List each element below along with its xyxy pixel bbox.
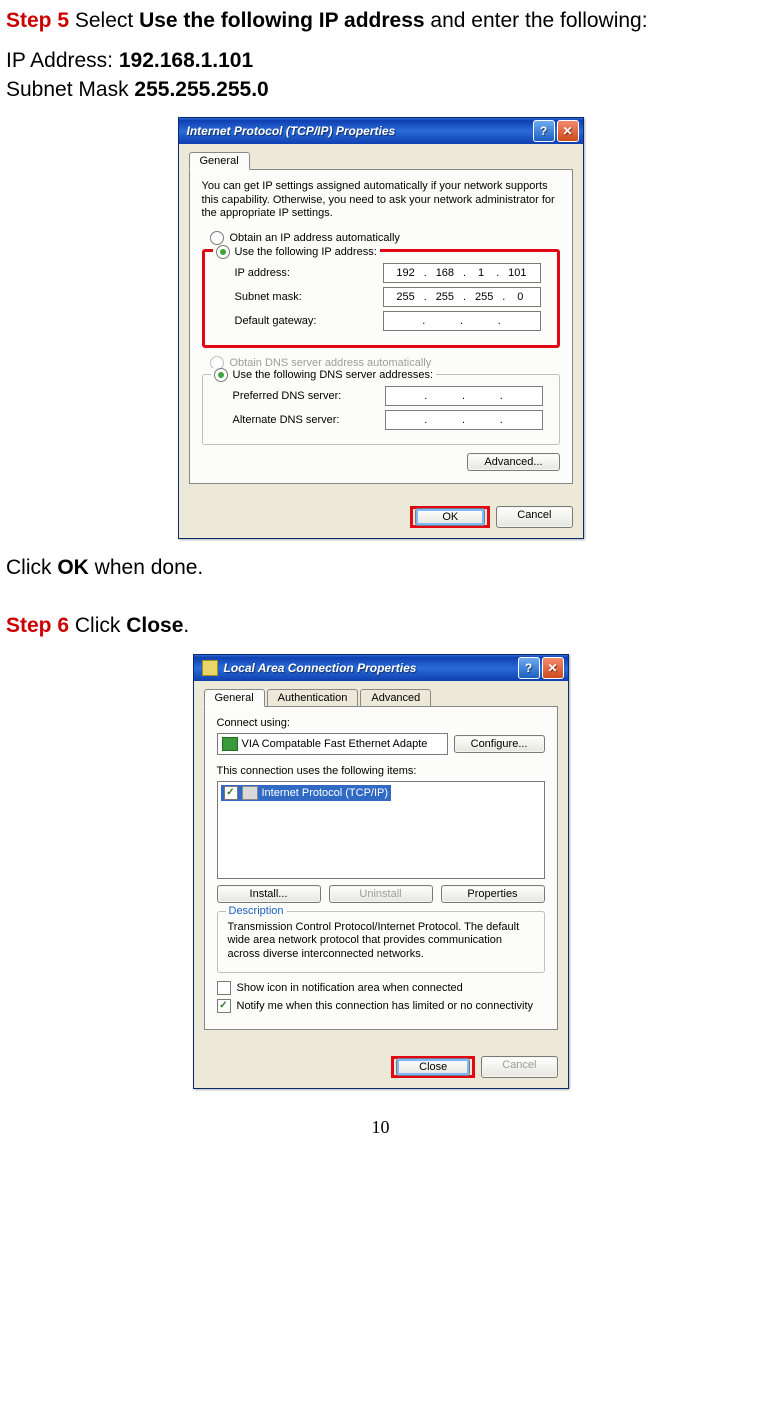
- preferred-dns-label: Preferred DNS server:: [233, 390, 342, 402]
- cancel-button[interactable]: Cancel: [496, 506, 572, 528]
- adapter-box[interactable]: VIA Compatable Fast Ethernet Adapte: [217, 733, 448, 755]
- title-text: Internet Protocol (TCP/IP) Properties: [187, 124, 531, 138]
- step5-instruction: Step 5 Select Use the following IP addre…: [6, 8, 755, 34]
- mask-octet-2: 255: [436, 291, 454, 303]
- connection-icon: [202, 660, 218, 676]
- radio-dns-manual-icon[interactable]: [214, 368, 228, 382]
- subnet-value: 255.255.255.0: [134, 78, 268, 101]
- tab-advanced[interactable]: Advanced: [360, 689, 431, 707]
- click-ok-a: Click: [6, 556, 57, 579]
- ip-address-label: IP Address:: [6, 49, 119, 72]
- connect-using-label: Connect using:: [217, 717, 545, 729]
- click-ok-text: Click OK when done.: [6, 555, 755, 581]
- close-icon[interactable]: ✕: [542, 657, 564, 679]
- radio-manual-icon[interactable]: [216, 245, 230, 259]
- radio-icon: [210, 231, 224, 245]
- tab-authentication[interactable]: Authentication: [267, 689, 359, 707]
- checkbox-icon[interactable]: [217, 981, 231, 995]
- description-text: Transmission Control Protocol/Internet P…: [228, 921, 534, 962]
- subnet-line: Subnet Mask 255.255.255.0: [6, 77, 755, 103]
- step5-text-b: and enter the following:: [425, 9, 648, 32]
- item-checkbox[interactable]: [224, 786, 238, 800]
- ok-button[interactable]: OK: [415, 508, 485, 526]
- help-button[interactable]: ?: [518, 657, 540, 679]
- alternate-dns-label: Alternate DNS server:: [233, 414, 340, 426]
- advanced-button[interactable]: Advanced...: [467, 453, 559, 471]
- titlebar[interactable]: Internet Protocol (TCP/IP) Properties ? …: [179, 118, 583, 144]
- step6-text-b: .: [183, 614, 189, 637]
- alternate-dns-input[interactable]: . . .: [385, 410, 543, 430]
- item-list[interactable]: Internet Protocol (TCP/IP): [217, 781, 545, 879]
- tab-general[interactable]: General: [204, 689, 265, 707]
- subnet-label: Subnet Mask: [6, 78, 134, 101]
- step5-text-a: Select: [69, 9, 139, 32]
- ip-octet-4: 101: [508, 267, 526, 279]
- step6-text-a: Click: [69, 614, 126, 637]
- ip-octet-1: 192: [396, 267, 414, 279]
- ip-address-value: 192.168.1.101: [119, 49, 253, 72]
- help-button[interactable]: ?: [533, 120, 555, 142]
- mask-octet-3: 255: [475, 291, 493, 303]
- protocol-icon: [242, 786, 258, 800]
- uninstall-button: Uninstall: [329, 885, 433, 903]
- show-icon-label: Show icon in notification area when conn…: [237, 982, 463, 994]
- install-button[interactable]: Install...: [217, 885, 321, 903]
- step6-instruction: Step 6 Click Close.: [6, 613, 755, 639]
- tab-general[interactable]: General: [189, 152, 250, 170]
- ip-octet-3: 1: [478, 267, 484, 279]
- nic-icon: [222, 737, 238, 751]
- adapter-name: VIA Compatable Fast Ethernet Adapte: [242, 738, 428, 750]
- step5-label: Step 5: [6, 9, 69, 32]
- show-icon-checkbox-row[interactable]: Show icon in notification area when conn…: [217, 981, 545, 995]
- radio-obtain-auto-label: Obtain an IP address automatically: [230, 232, 400, 244]
- tcpip-description: You can get IP settings assigned automat…: [202, 180, 560, 221]
- ok-highlight: OK: [410, 506, 490, 528]
- step6-bold: Close: [126, 614, 183, 637]
- configure-button[interactable]: Configure...: [454, 735, 545, 753]
- close-icon[interactable]: ✕: [557, 120, 579, 142]
- item-label: Internet Protocol (TCP/IP): [262, 787, 389, 799]
- tcpip-properties-dialog: Internet Protocol (TCP/IP) Properties ? …: [178, 117, 584, 539]
- step6-label: Step 6: [6, 614, 69, 637]
- lan-properties-dialog: Local Area Connection Properties ? ✕ Gen…: [193, 654, 569, 1089]
- gateway-input[interactable]: . . .: [383, 311, 541, 331]
- properties-button[interactable]: Properties: [441, 885, 545, 903]
- list-item[interactable]: Internet Protocol (TCP/IP): [221, 785, 392, 801]
- radio-manual-label: Use the following IP address:: [235, 246, 377, 258]
- gateway-label: Default gateway:: [235, 315, 317, 327]
- checkbox-icon[interactable]: [217, 999, 231, 1013]
- cancel-button: Cancel: [481, 1056, 557, 1078]
- preferred-dns-input[interactable]: . . .: [385, 386, 543, 406]
- close-highlight: Close: [391, 1056, 475, 1078]
- close-button[interactable]: Close: [396, 1058, 470, 1076]
- dns-settings-group: Use the following DNS server addresses: …: [202, 374, 560, 445]
- mask-input[interactable]: 255. 255. 255. 0: [383, 287, 541, 307]
- step5-bold: Use the following IP address: [139, 9, 425, 32]
- description-legend: Description: [226, 905, 287, 917]
- ip-settings-group: Use the following IP address: IP address…: [202, 249, 560, 348]
- notify-label: Notify me when this connection has limit…: [237, 1000, 534, 1012]
- title-text: Local Area Connection Properties: [224, 661, 516, 675]
- radio-obtain-auto[interactable]: Obtain an IP address automatically: [210, 231, 560, 245]
- description-group: Description Transmission Control Protoco…: [217, 911, 545, 973]
- ip-address-line: IP Address: 192.168.1.101: [6, 48, 755, 74]
- mask-octet-1: 255: [396, 291, 414, 303]
- ip-octet-2: 168: [436, 267, 454, 279]
- titlebar[interactable]: Local Area Connection Properties ? ✕: [194, 655, 568, 681]
- radio-dns-manual-label: Use the following DNS server addresses:: [233, 369, 434, 381]
- click-ok-b: OK: [57, 556, 89, 579]
- notify-checkbox-row[interactable]: Notify me when this connection has limit…: [217, 999, 545, 1013]
- ip-input[interactable]: 192. 168. 1 . 101: [383, 263, 541, 283]
- ip-label: IP address:: [235, 267, 290, 279]
- click-ok-c: when done.: [89, 556, 203, 579]
- items-label: This connection uses the following items…: [217, 765, 545, 777]
- mask-label: Subnet mask:: [235, 291, 302, 303]
- mask-octet-4: 0: [517, 291, 523, 303]
- page-number: 10: [6, 1117, 755, 1138]
